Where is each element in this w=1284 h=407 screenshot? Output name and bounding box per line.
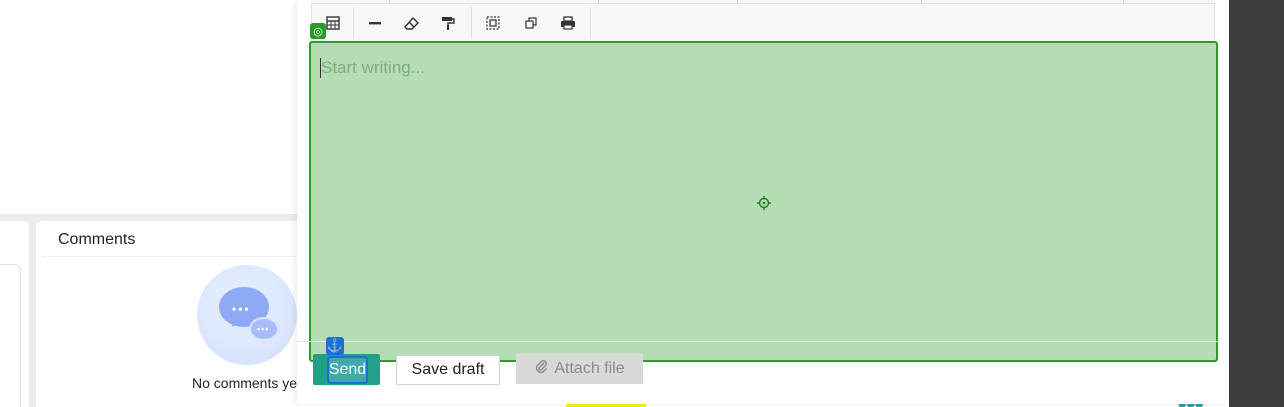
toolbar-separator bbox=[471, 7, 472, 39]
save-draft-button[interactable]: Save draft bbox=[396, 355, 500, 385]
send-button-label: Send bbox=[327, 356, 368, 384]
left-card-inner bbox=[0, 264, 21, 407]
target-badge-icon: ◎ bbox=[310, 23, 326, 39]
duplicate-icon[interactable] bbox=[520, 12, 542, 34]
chat-bubbles-icon: ••• ••• bbox=[197, 265, 297, 365]
paperclip-icon bbox=[534, 358, 548, 379]
comments-divider bbox=[42, 256, 300, 257]
anchor-icon: ⚓ bbox=[326, 337, 344, 355]
comments-title: Comments bbox=[58, 231, 136, 248]
chat-dots-small: ••• bbox=[257, 324, 270, 334]
print-icon[interactable] bbox=[557, 12, 579, 34]
select-all-icon[interactable] bbox=[482, 12, 504, 34]
chat-bubble-small: ••• bbox=[249, 317, 279, 341]
horizontal-rule-icon[interactable] bbox=[364, 12, 386, 34]
comments-card: Comments ••• ••• No comments yet bbox=[36, 221, 301, 407]
crosshair-icon bbox=[757, 196, 771, 210]
editor-placeholder: Start writing... bbox=[321, 58, 425, 77]
attach-file-button[interactable]: Attach file bbox=[516, 353, 643, 384]
footer-divider bbox=[297, 341, 1218, 342]
toolbar-separator bbox=[353, 7, 354, 39]
paint-roller-icon[interactable] bbox=[437, 12, 459, 34]
comments-empty-text: No comments yet bbox=[192, 375, 301, 391]
chat-dots: ••• bbox=[232, 302, 251, 316]
editor-toolbar bbox=[311, 4, 1215, 42]
attach-file-label: Attach file bbox=[554, 359, 625, 377]
toolbar-separator bbox=[590, 7, 591, 39]
message-editor[interactable]: Start writing... bbox=[309, 41, 1218, 362]
left-card bbox=[0, 221, 29, 407]
eraser-icon[interactable] bbox=[401, 12, 423, 34]
send-button[interactable]: Send bbox=[313, 354, 380, 385]
overlay-backdrop bbox=[1229, 0, 1284, 407]
